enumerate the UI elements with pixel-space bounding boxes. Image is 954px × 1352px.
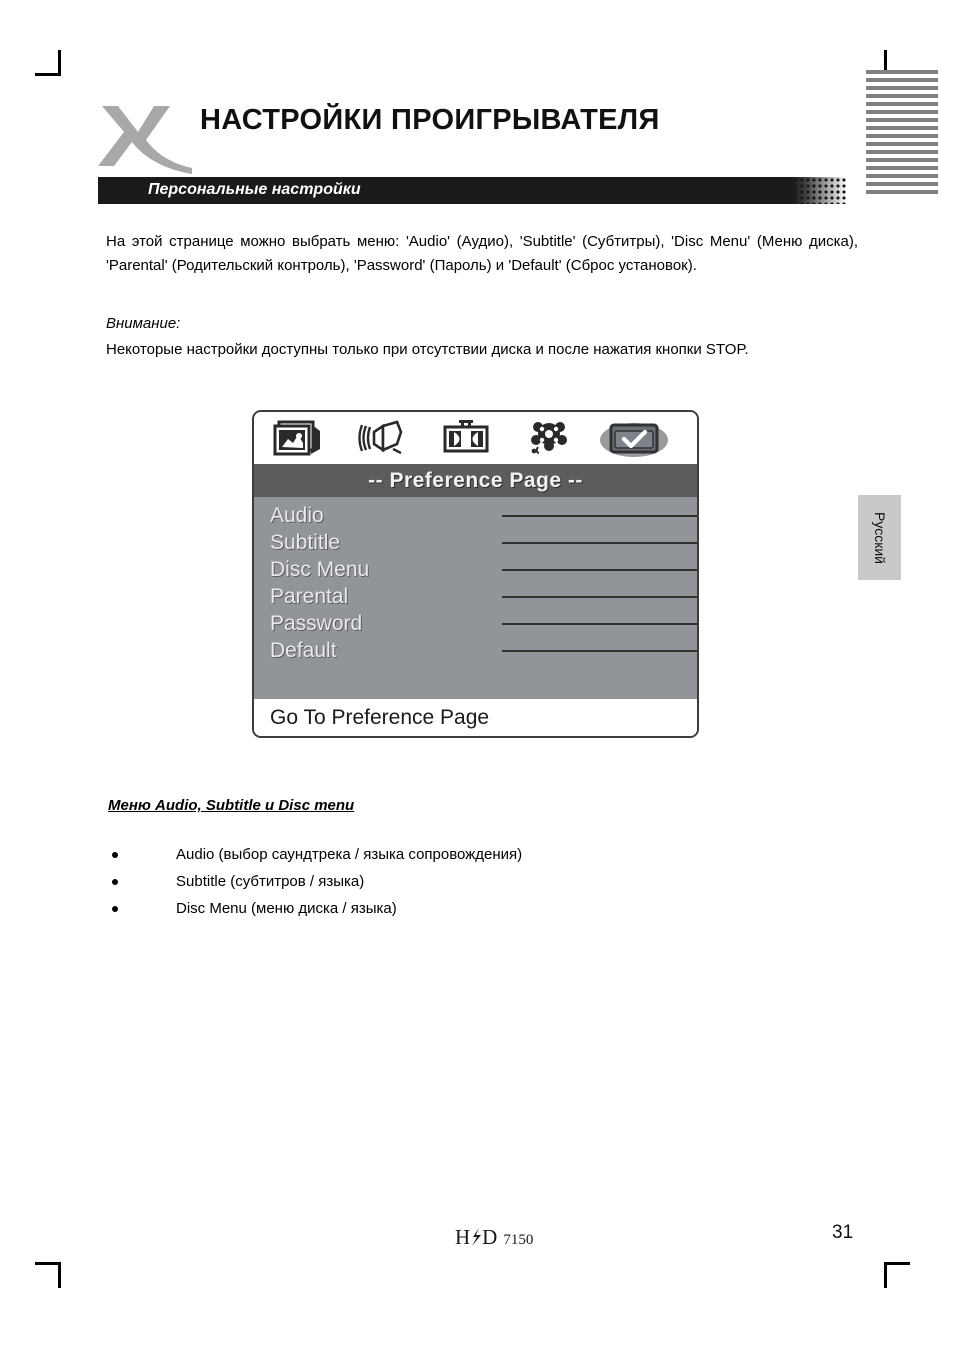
section-subtitle-label: Персональные настройки [148, 181, 361, 198]
osd-menu-row[interactable]: Disc Menu [254, 557, 697, 584]
x-swoosh-logo [96, 98, 192, 174]
page-number: 31 [832, 1222, 854, 1243]
osd-footer-text: Go To Preference Page [270, 705, 490, 729]
osd-title-bar: -- Preference Page -- [254, 464, 697, 497]
osd-menu-value-line [502, 515, 697, 517]
product-logo-text: HD [455, 1225, 497, 1250]
osd-menu-row[interactable]: Password [254, 611, 697, 638]
osd-menu-value-line [502, 542, 697, 544]
page-header: НАСТРОЙКИ ПРОИГРЫВАТЕЛЯ [0, 96, 954, 174]
crop-mark-top-left [35, 50, 61, 76]
intro-paragraph: На этой странице можно выбрать меню: 'Au… [106, 233, 858, 274]
preference-page-icon[interactable] [600, 417, 668, 459]
lightning-bolt-icon [470, 1225, 482, 1249]
language-side-tab: Русский [858, 495, 901, 580]
bullet-dot-icon [112, 879, 118, 885]
osd-menu-label: Password [270, 612, 363, 635]
product-logo-letters: HD [455, 1225, 498, 1249]
section-heading: Меню Audio, Subtitle и Disc menu [108, 797, 355, 814]
osd-menu-label: Default [270, 639, 337, 662]
osd-menu-label: Audio [270, 504, 324, 527]
video-setup-icon[interactable] [436, 417, 496, 459]
crop-mark-bottom-right [884, 1262, 910, 1288]
section-subtitle-bar: Персональные настройки [98, 177, 793, 204]
list-item-label: Disc Menu (меню диска / языка) [176, 900, 397, 917]
osd-menu-label: Disc Menu [270, 558, 370, 581]
osd-menu-label: Subtitle [270, 531, 341, 554]
osd-preference-page-screenshot: -- Preference Page -- Audio Subtitle Dis… [252, 410, 699, 738]
notice-label: Внимание: [106, 315, 181, 332]
halftone-fade-decoration [793, 177, 847, 204]
general-setup-icon[interactable] [268, 417, 328, 459]
osd-menu-row[interactable]: Default [254, 638, 697, 665]
page-title: НАСТРОЙКИ ПРОИГРЫВАТЕЛЯ [200, 104, 660, 136]
osd-menu-list: Audio Subtitle Disc Menu Parental Passwo… [254, 497, 697, 707]
crop-mark-bottom-left [35, 1262, 61, 1288]
product-model-number: 7150 [503, 1232, 534, 1248]
osd-menu-row[interactable]: Audio [254, 503, 697, 530]
bullet-dot-icon [112, 852, 118, 858]
bullet-dot-icon [112, 906, 118, 912]
osd-menu-row[interactable]: Parental [254, 584, 697, 611]
osd-footer-bar: Go To Preference Page [254, 699, 697, 736]
language-side-tab-label: Русский [871, 511, 888, 564]
audio-setup-icon[interactable] [352, 417, 412, 459]
osd-menu-value-line [502, 569, 697, 571]
osd-title-text: -- Preference Page -- [368, 468, 583, 492]
osd-icon-bar [254, 412, 697, 464]
product-footer-logo: HD 7150 [455, 1225, 533, 1250]
list-item-label: Audio (выбор саундтрека / языка сопровож… [176, 846, 523, 863]
osd-menu-row[interactable]: Subtitle [254, 530, 697, 557]
osd-menu-value-line [502, 623, 697, 625]
osd-menu-value-line [502, 650, 697, 652]
notice-paragraph: Некоторые настройки доступны только при … [106, 341, 749, 358]
osd-menu-label: Parental [270, 585, 349, 608]
dolby-digital-setup-icon[interactable] [520, 417, 580, 459]
list-item-label: Subtitle (субтитров / языка) [176, 873, 365, 890]
osd-menu-value-line [502, 596, 697, 598]
